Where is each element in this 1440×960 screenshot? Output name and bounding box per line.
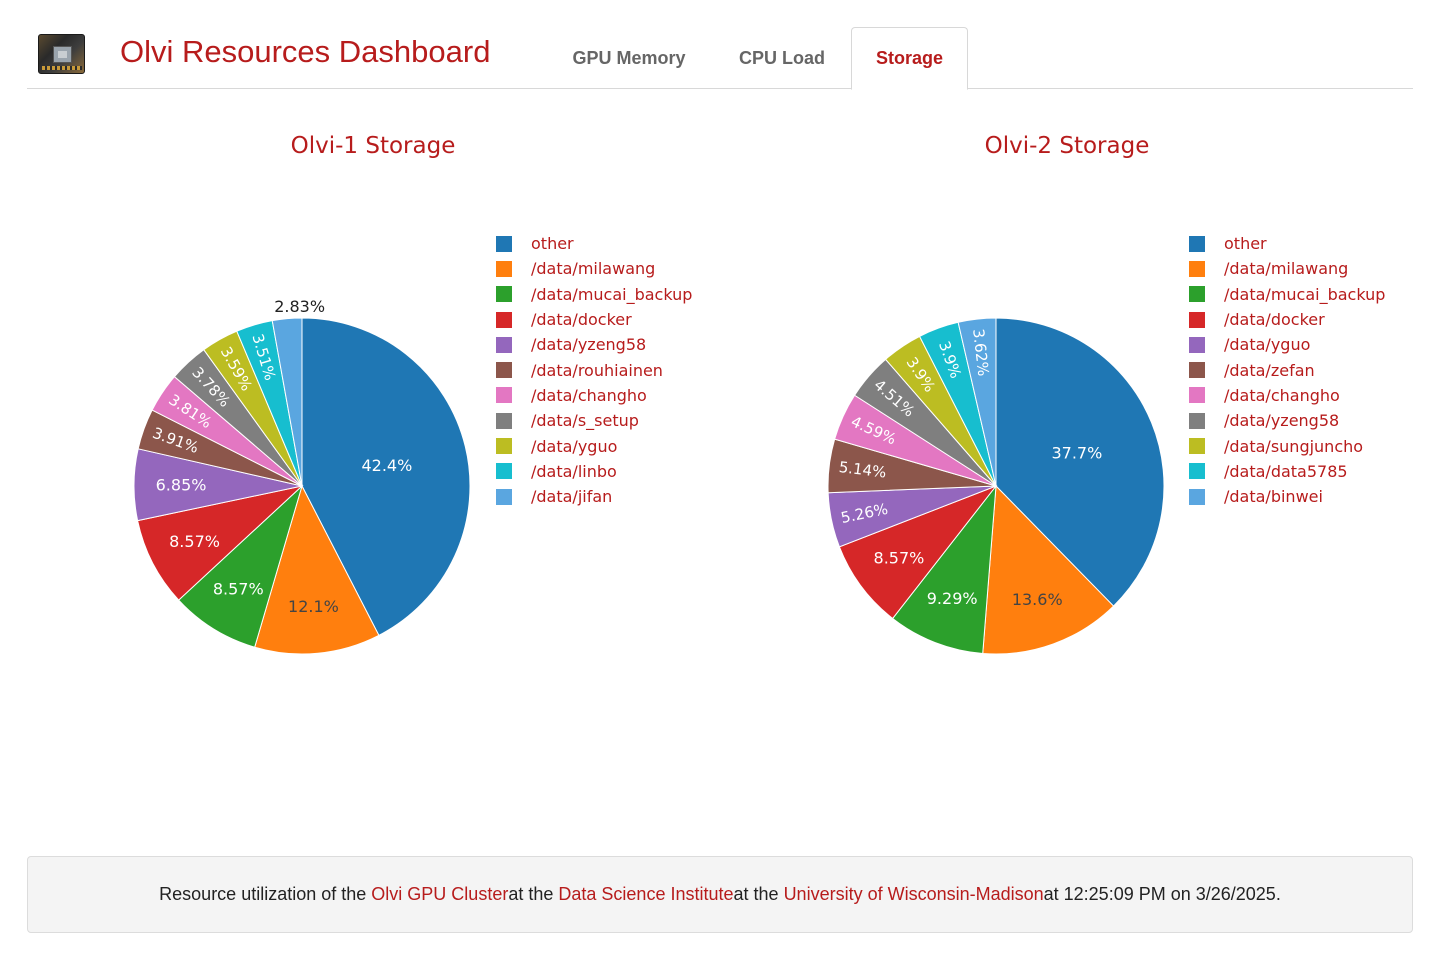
legend-item-milawang[interactable]: /data/milawang (496, 256, 692, 281)
pie-value-label: 37.7% (1051, 443, 1102, 462)
legend-label: /data/yguo (531, 436, 618, 456)
legend-label: /data/changho (1224, 385, 1340, 405)
legend-item-s-setup[interactable]: /data/s_setup (496, 408, 692, 433)
legend-item-binwei[interactable]: /data/binwei (1189, 484, 1385, 509)
legend-item-linbo[interactable]: /data/linbo (496, 459, 692, 484)
legend-label: /data/yzeng58 (531, 335, 647, 355)
legend-item-changho[interactable]: /data/changho (496, 383, 692, 408)
footer: Resource utilization of the Olvi GPU Clu… (27, 856, 1413, 933)
legend-swatch (496, 235, 512, 252)
legend-label: /data/mucai_backup (1224, 284, 1386, 304)
header: Olvi Resources Dashboard GPU Memory CPU … (27, 0, 1413, 90)
gpu-chip-icon (38, 34, 85, 74)
legend-item-yguo[interactable]: /data/yguo (1189, 332, 1385, 357)
pie-chart-olvi-2: 37.7%13.6%9.29%8.57%5.26%5.14%4.59%4.51%… (827, 317, 1165, 655)
footer-text-suffix: at 12:25:09 PM on 3/26/2025. (1043, 884, 1281, 904)
pie-value-label: 8.57% (169, 532, 220, 551)
legend-item-other[interactable]: other (1189, 231, 1385, 256)
legend-item-mucai-backup[interactable]: /data/mucai_backup (496, 282, 692, 307)
pie-chart-olvi-1: 42.4%12.1%8.57%8.57%6.85%3.91%3.81%3.78%… (133, 297, 471, 655)
legend-item-jifan[interactable]: /data/jifan (496, 484, 692, 509)
legend-label: /data/milawang (531, 259, 656, 279)
legend-item-mucai-backup[interactable]: /data/mucai_backup (1189, 282, 1385, 307)
legend-item-docker[interactable]: /data/docker (496, 307, 692, 332)
legend-swatch (496, 336, 512, 353)
legend-swatch (496, 463, 512, 480)
legend-label: /data/rouhiainen (531, 360, 663, 380)
footer-text-mid1: at the (508, 884, 554, 904)
pie-value-label: 12.1% (288, 597, 339, 616)
legend-swatch (1189, 387, 1205, 404)
legend-swatch (1189, 235, 1205, 252)
legend-swatch (496, 260, 512, 277)
pie-value-label: 9.29% (927, 589, 978, 608)
legend-item-milawang[interactable]: /data/milawang (1189, 256, 1385, 281)
legend-swatch (496, 412, 512, 429)
legend-label: /data/changho (531, 385, 647, 405)
pie-value-label: 42.4% (361, 456, 412, 475)
pie-value-label: 6.85% (156, 476, 207, 495)
link-data-science-institute[interactable]: Data Science Institute (558, 884, 733, 905)
chart-title-olvi-2: Olvi-2 Storage (984, 133, 1150, 159)
tab-storage[interactable]: Storage (851, 27, 968, 90)
legend-label: /data/milawang (1224, 259, 1349, 279)
legend-item-sungjuncho[interactable]: /data/sungjuncho (1189, 433, 1385, 458)
legend-label: /data/linbo (531, 461, 617, 481)
legend-item-data5785[interactable]: /data/data5785 (1189, 459, 1385, 484)
chart-title-olvi-1: Olvi-1 Storage (290, 133, 456, 159)
legend-label: /data/s_setup (531, 411, 639, 431)
legend-swatch (1189, 362, 1205, 379)
legend-swatch (496, 438, 512, 455)
legend-swatch (1189, 438, 1205, 455)
legend-label: /data/docker (1224, 310, 1325, 330)
legend-item-docker[interactable]: /data/docker (1189, 307, 1385, 332)
legend-swatch (496, 286, 512, 303)
footer-text-prefix: Resource utilization of the (159, 884, 367, 904)
app-title: Olvi Resources Dashboard (120, 34, 491, 69)
tab-gpu-memory[interactable]: GPU Memory (549, 27, 709, 90)
legend-label: /data/zefan (1224, 360, 1315, 380)
legend-label: /data/docker (531, 310, 632, 330)
legend-swatch (496, 488, 512, 505)
legend-label: /data/binwei (1224, 487, 1323, 507)
pie-value-label: 13.6% (1012, 590, 1063, 609)
legend-swatch (1189, 488, 1205, 505)
legend-label: /data/jifan (531, 487, 613, 507)
tab-cpu-load[interactable]: CPU Load (717, 27, 847, 90)
legend-swatch (496, 387, 512, 404)
legend-swatch (1189, 286, 1205, 303)
link-olvi-gpu-cluster[interactable]: Olvi GPU Cluster (371, 884, 508, 905)
legend-item-other[interactable]: other (496, 231, 692, 256)
legend-swatch (496, 362, 512, 379)
legend-item-changho[interactable]: /data/changho (1189, 383, 1385, 408)
legend-swatch (1189, 463, 1205, 480)
legend-swatch (1189, 311, 1205, 328)
pie-value-label: 2.83% (274, 297, 325, 316)
legend-label: /data/data5785 (1224, 461, 1348, 481)
legend-swatch (1189, 412, 1205, 429)
legend-label: other (1224, 234, 1267, 254)
legend-swatch (1189, 336, 1205, 353)
footer-text-mid2: at the (733, 884, 779, 904)
legend-label: other (531, 234, 574, 254)
legend-olvi-1: other/data/milawang/data/mucai_backup/da… (496, 231, 692, 509)
legend-swatch (496, 311, 512, 328)
legend-label: /data/sungjuncho (1224, 436, 1364, 456)
legend-item-yguo[interactable]: /data/yguo (496, 433, 692, 458)
legend-item-yzeng58[interactable]: /data/yzeng58 (1189, 408, 1385, 433)
legend-olvi-2: other/data/milawang/data/mucai_backup/da… (1189, 231, 1385, 509)
pie-value-label: 8.57% (213, 579, 264, 598)
legend-item-rouhiainen[interactable]: /data/rouhiainen (496, 357, 692, 382)
legend-item-zefan[interactable]: /data/zefan (1189, 357, 1385, 382)
link-uw-madison[interactable]: University of Wisconsin-Madison (784, 884, 1044, 905)
legend-label: /data/yzeng58 (1224, 411, 1340, 431)
legend-label: /data/mucai_backup (531, 284, 693, 304)
legend-swatch (1189, 260, 1205, 277)
legend-item-yzeng58[interactable]: /data/yzeng58 (496, 332, 692, 357)
pie-value-label: 8.57% (874, 549, 925, 568)
legend-label: /data/yguo (1224, 335, 1311, 355)
